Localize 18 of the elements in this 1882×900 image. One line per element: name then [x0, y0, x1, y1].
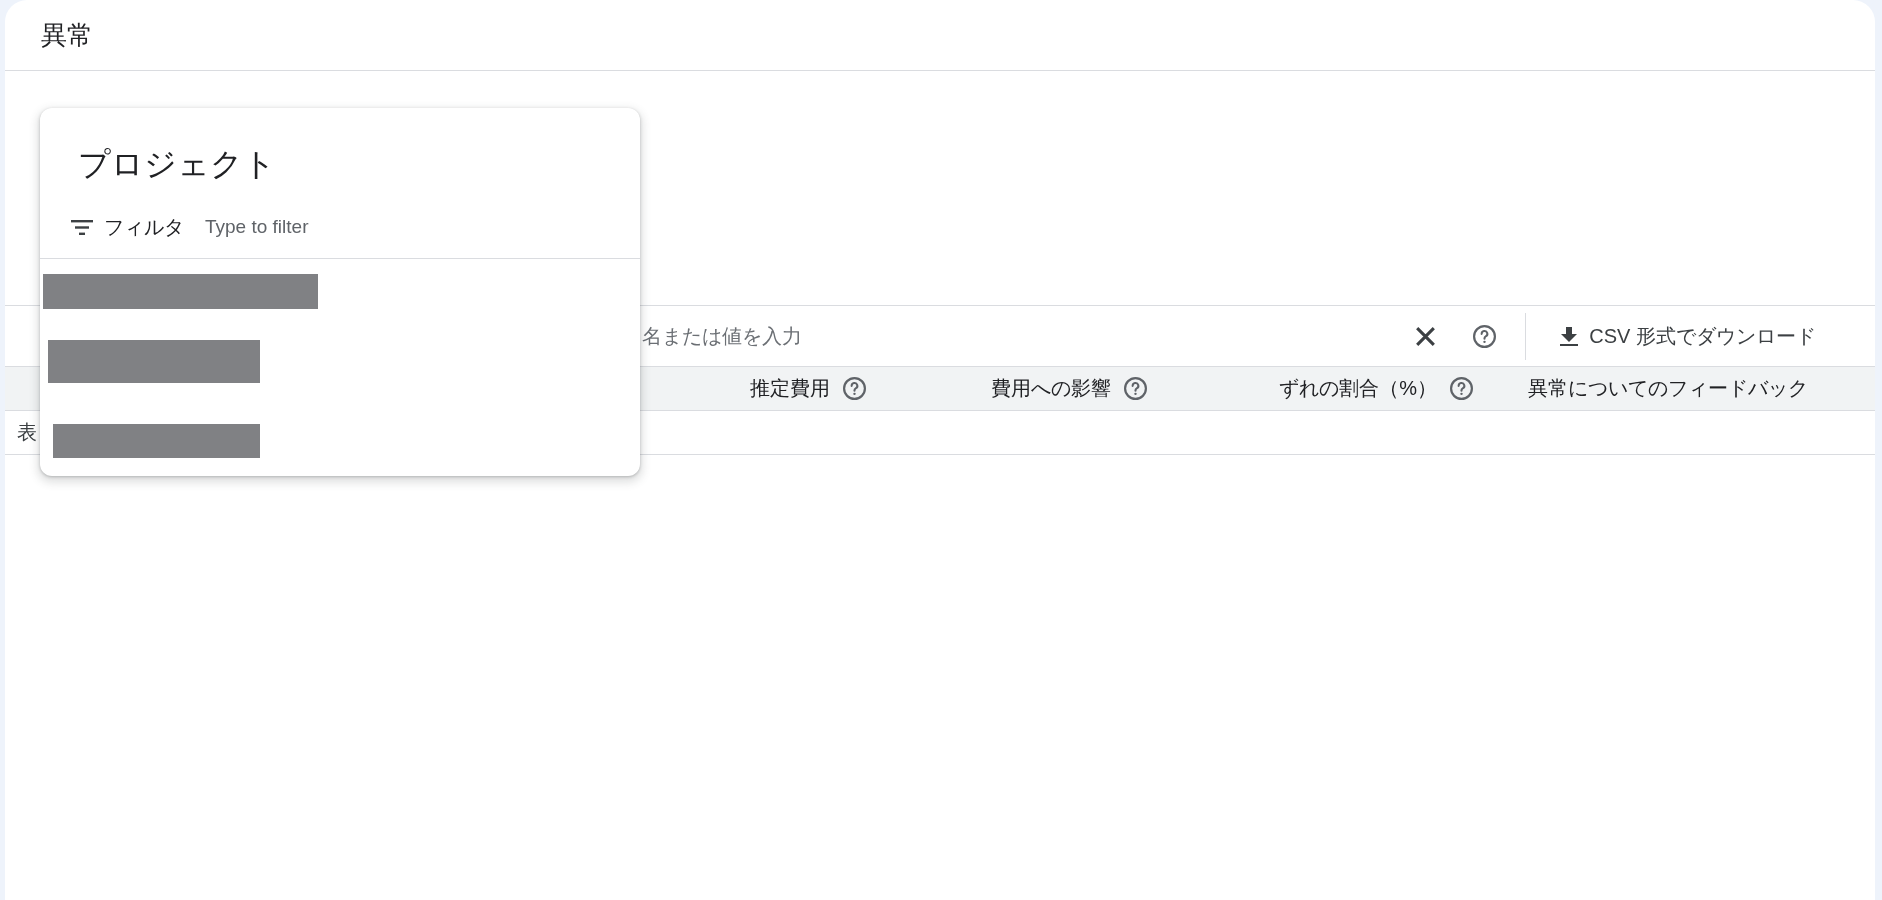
- filter-label: フィルタ: [104, 214, 184, 240]
- help-icon: [1472, 324, 1496, 348]
- menu-title: プロジェクト: [78, 145, 276, 184]
- help-icon[interactable]: [1124, 377, 1147, 400]
- download-icon: [1560, 326, 1579, 346]
- table-message: 表: [17, 420, 37, 445]
- filter-field[interactable]: Type to filter: [205, 211, 610, 243]
- download-button[interactable]: CSV 形式でダウンロード: [1544, 314, 1832, 358]
- close-icon: [1415, 326, 1435, 346]
- column-header: ずれの割合（%）: [1279, 376, 1437, 401]
- help-icon[interactable]: [843, 377, 866, 400]
- column-header: 推定費用: [750, 376, 830, 401]
- column-header: 費用への影響: [991, 376, 1111, 401]
- page-title: 異常: [41, 18, 93, 52]
- filter-icon: [71, 219, 93, 235]
- column-header: 異常についてのフィードバック: [1528, 376, 1808, 401]
- search-field[interactable]: 名または値を入力: [642, 318, 1406, 354]
- help-icon[interactable]: [1450, 377, 1473, 400]
